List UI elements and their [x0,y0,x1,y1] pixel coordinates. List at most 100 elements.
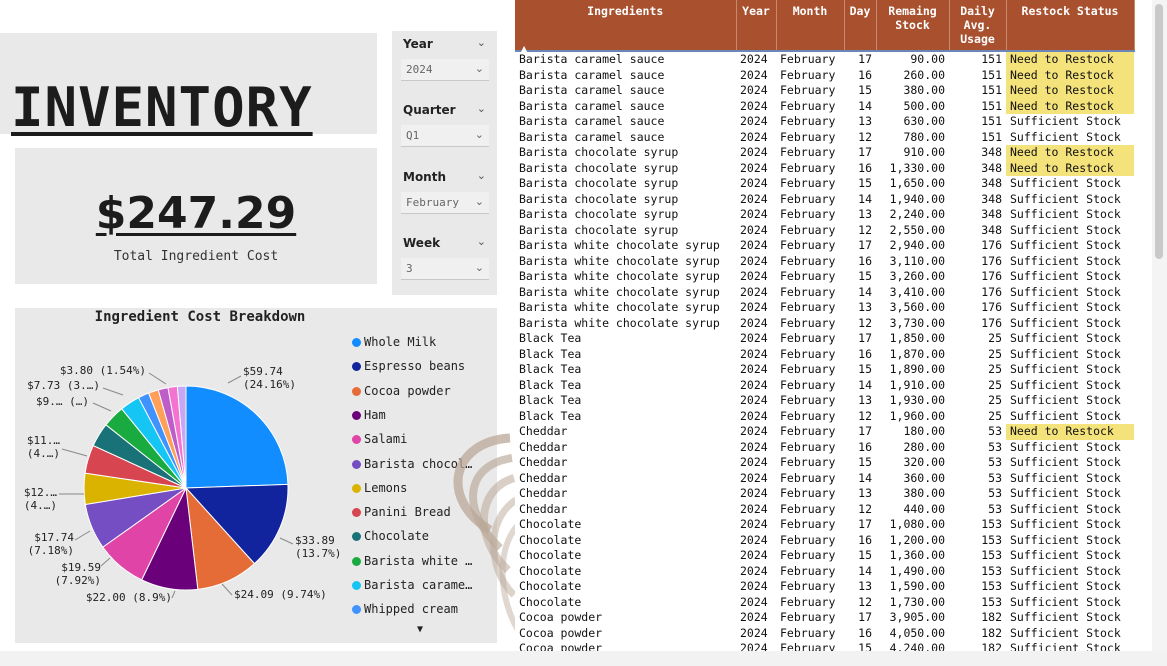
legend-swatch [352,508,361,518]
table-row[interactable]: Barista chocolate syrup 2024 February 16 1,3… [515,160,1134,176]
chevron-down-icon[interactable]: ⌄ [477,36,486,49]
slicer-value: 3 [406,262,413,275]
table-row[interactable]: Barista chocolate syrup 2024 February 15 1,6… [515,176,1134,192]
table-row[interactable]: Cheddar 2024 February 13 380.00 53 Sufficient … [515,486,1134,502]
table-cell: 2024 [740,331,768,346]
table-row[interactable]: Barista white chocolate syrup 2024 Februar… [515,238,1134,254]
table-row[interactable]: Barista white chocolate syrup 2024 Februar… [515,269,1134,285]
table-cell: 2024 [740,517,768,532]
legend-item[interactable]: Ham [352,408,492,426]
table-cell: 15 [858,455,872,470]
chevron-down-icon[interactable]: ⌄ [477,235,486,248]
table-cell: 3,260.00 [889,269,945,284]
table-cell: 2024 [740,222,768,237]
table-cell: February [780,238,836,253]
table-row[interactable]: Cheddar 2024 February 14 360.00 53 Sufficient … [515,471,1134,487]
table-row[interactable]: Cheddar 2024 February 17 180.00 53 Need to Res… [515,424,1134,440]
inventory-table: Ingredients Year Month Day Remaing Stock Dail… [515,0,1135,651]
table-body: Barista caramel sauce 2024 February 17 90.00… [515,51,1134,651]
chevron-down-icon[interactable]: ⌄ [477,169,486,182]
table-row[interactable]: Black Tea 2024 February 13 1,930.00 25 Suffici… [515,393,1134,409]
table-cell: 182 [981,641,1002,651]
table-row[interactable]: Barista caramel sauce 2024 February 14 500.0… [515,98,1134,114]
data-label: $59.74 [243,365,283,378]
legend-item[interactable]: Espresso beans [352,359,492,377]
table-row[interactable]: Barista caramel sauce 2024 February 16 260.0… [515,67,1134,83]
column-header[interactable]: Remaing Stock [876,0,950,51]
table-row[interactable]: Chocolate 2024 February 17 1,080.00 153 Suffic… [515,517,1134,533]
table-cell: 13 [858,300,872,315]
column-header[interactable]: Daily Avg. Usage [949,0,1007,51]
table-row[interactable]: Barista chocolate syrup 2024 February 17 910… [515,145,1134,161]
table-row[interactable]: Barista white chocolate syrup 2024 Februar… [515,254,1134,270]
table-row[interactable]: Chocolate 2024 February 12 1,730.00 153 Suffic… [515,595,1134,611]
table-cell: February [780,625,836,640]
table-row[interactable]: Barista caramel sauce 2024 February 12 780.0… [515,130,1134,146]
quarter-dropdown[interactable]: Q1 ⌄ [401,125,489,147]
table-row[interactable]: Black Tea 2024 February 17 1,850.00 25 Suffici… [515,331,1134,347]
data-label: (4.…) [24,499,57,512]
table-row[interactable]: Black Tea 2024 February 16 1,870.00 25 Suffici… [515,347,1134,363]
table-row[interactable]: Barista white chocolate syrup 2024 Februar… [515,285,1134,301]
legend-label: Chocolate [364,529,430,544]
sort-ascending-icon[interactable]: ▲ [521,44,527,53]
table-cell: 151 [981,114,1002,129]
table-cell: 2024 [740,83,768,98]
table-cell: 2024 [740,470,768,485]
table-cell: Sufficient Stock [1010,222,1121,237]
table-row[interactable]: Barista caramel sauce 2024 February 13 630.0… [515,114,1134,130]
label-leader-line [100,557,111,567]
table-row[interactable]: Chocolate 2024 February 13 1,590.00 153 Suffic… [515,579,1134,595]
table-cell: Barista chocolate syrup [519,207,679,222]
table-row[interactable]: Barista white chocolate syrup 2024 Februar… [515,300,1134,316]
table-row[interactable]: Barista white chocolate syrup 2024 Februar… [515,316,1134,332]
table-row[interactable]: Cocoa powder 2024 February 15 4,240.00 182 Suf… [515,641,1134,651]
table-row[interactable]: Chocolate 2024 February 16 1,200.00 153 Suffic… [515,533,1134,549]
table-row[interactable]: Cheddar 2024 February 12 440.00 53 Sufficient … [515,502,1134,518]
legend-scroll-down-icon[interactable]: ▼ [417,624,423,635]
chevron-down-icon[interactable]: ⌄ [477,102,486,115]
table-cell: 1,330.00 [889,160,945,175]
table-cell: 2024 [740,377,768,392]
table-row[interactable]: Black Tea 2024 February 15 1,890.00 25 Suffici… [515,362,1134,378]
table-cell: 360.00 [903,470,945,485]
table-row[interactable]: Chocolate 2024 February 14 1,490.00 153 Suffic… [515,564,1134,580]
table-cell: February [780,362,836,377]
chevron-down-icon: ⌄ [474,261,484,274]
scrollbar-thumb[interactable] [1155,4,1163,259]
legend-item[interactable]: Cocoa powder [352,384,492,402]
table-cell: 15 [858,548,872,563]
column-header[interactable]: Month [776,0,845,51]
table-row[interactable]: Cheddar 2024 February 16 280.00 53 Sufficient … [515,440,1134,456]
table-cell: 2024 [740,408,768,423]
table-row[interactable]: Barista caramel sauce 2024 February 17 90.00… [515,51,1134,68]
table-cell: February [780,284,836,299]
table-cell: 176 [981,315,1002,330]
table-row[interactable]: Black Tea 2024 February 14 1,910.00 25 Suffici… [515,378,1134,394]
table-row[interactable]: Black Tea 2024 February 12 1,960.00 25 Suffici… [515,409,1134,425]
table-cell: Chocolate [519,563,582,578]
table-cell: 176 [981,269,1002,284]
table-row[interactable]: Cocoa powder 2024 February 16 4,050.00 182 Suf… [515,626,1134,642]
legend-label: Lemons [364,480,408,495]
table-row[interactable]: Barista chocolate syrup 2024 February 14 1,9… [515,192,1134,208]
week-dropdown[interactable]: 3 ⌄ [401,258,489,280]
column-header[interactable]: Ingredients [515,0,737,51]
column-header[interactable]: Restock Status [1006,0,1135,51]
table-row[interactable]: Cheddar 2024 February 15 320.00 53 Sufficient … [515,455,1134,471]
table-cell: 15 [858,362,872,377]
month-dropdown[interactable]: February ⌄ [401,192,489,214]
table-cell: 25 [988,362,1002,377]
table-row[interactable]: Barista chocolate syrup 2024 February 12 2,5… [515,223,1134,239]
table-cell: 176 [981,300,1002,315]
column-header[interactable]: Year [736,0,777,51]
table-row[interactable]: Barista chocolate syrup 2024 February 13 2,2… [515,207,1134,223]
table-row[interactable]: Barista caramel sauce 2024 February 15 380.0… [515,83,1134,99]
column-header[interactable]: Day [844,0,877,51]
table-row[interactable]: Cocoa powder 2024 February 17 3,905.00 182 Suf… [515,610,1134,626]
legend-item[interactable]: Whole Milk [352,335,492,353]
table-cell: 1,910.00 [889,377,945,392]
pie-slice[interactable] [185,385,289,489]
table-row[interactable]: Chocolate 2024 February 15 1,360.00 153 Suffic… [515,548,1134,564]
year-dropdown[interactable]: 2024 ⌄ [401,59,489,81]
